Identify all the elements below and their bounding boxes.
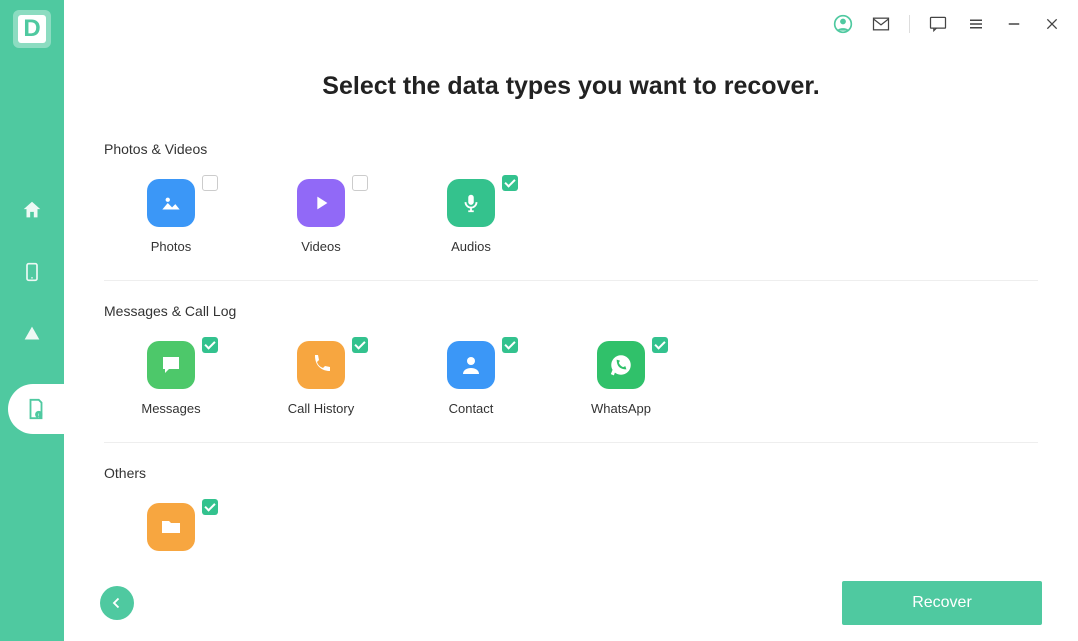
topbar [64,0,1078,48]
checkbox-call-history[interactable] [352,337,368,353]
item-contact-label: Contact [449,401,494,416]
recover-button[interactable]: Recover [842,581,1042,625]
menu-icon[interactable] [966,14,986,34]
item-whatsapp[interactable]: WhatsApp [596,341,646,416]
nav-cloud-icon[interactable] [20,322,44,346]
section-photos-videos-label: Photos & Videos [104,141,1038,157]
back-button[interactable] [100,586,134,620]
item-whatsapp-label: WhatsApp [591,401,651,416]
section-messages-calls: Messages Call History Contact [104,341,1038,443]
app-logo: D [13,10,51,48]
account-icon[interactable] [833,14,853,34]
separator [909,15,910,33]
page-title: Select the data types you want to recove… [104,72,1038,101]
checkbox-videos[interactable] [352,175,368,191]
checkbox-audios[interactable] [502,175,518,191]
nav-home-icon[interactable] [20,198,44,222]
section-photos-videos: Photos Videos Audios [104,179,1038,281]
checkbox-whatsapp[interactable] [652,337,668,353]
item-call-history-label: Call History [288,401,354,416]
item-messages[interactable]: Messages [146,341,196,416]
documents-icon [159,515,183,539]
videos-icon [310,192,332,214]
item-photos-label: Photos [151,239,191,254]
section-messages-calls-label: Messages & Call Log [104,303,1038,319]
item-call-history[interactable]: Call History [296,341,346,416]
section-others: Documents [104,503,1038,565]
close-icon[interactable] [1042,14,1062,34]
audios-icon [460,192,482,214]
checkbox-contact[interactable] [502,337,518,353]
item-documents[interactable]: Documents [146,503,196,565]
sidebar: D ! [0,0,64,641]
feedback-icon[interactable] [928,14,948,34]
item-photos[interactable]: Photos [146,179,196,254]
footer: Recover [64,565,1078,641]
section-others-label: Others [104,465,1038,481]
item-videos[interactable]: Videos [296,179,346,254]
messages-icon [159,353,183,377]
checkbox-documents[interactable] [202,499,218,515]
minimize-icon[interactable] [1004,14,1024,34]
contact-icon [459,353,483,377]
item-audios-label: Audios [451,239,491,254]
nav-sd-recover-icon[interactable]: ! [8,384,64,434]
photos-icon [158,190,184,216]
checkbox-photos[interactable] [202,175,218,191]
mail-icon[interactable] [871,14,891,34]
nav-phone-icon[interactable] [20,260,44,284]
checkbox-messages[interactable] [202,337,218,353]
item-audios[interactable]: Audios [446,179,496,254]
item-contact[interactable]: Contact [446,341,496,416]
whatsapp-icon [608,352,634,378]
item-videos-label: Videos [301,239,341,254]
item-messages-label: Messages [141,401,200,416]
call-icon [309,353,333,377]
item-documents-label: Documents [138,563,204,565]
